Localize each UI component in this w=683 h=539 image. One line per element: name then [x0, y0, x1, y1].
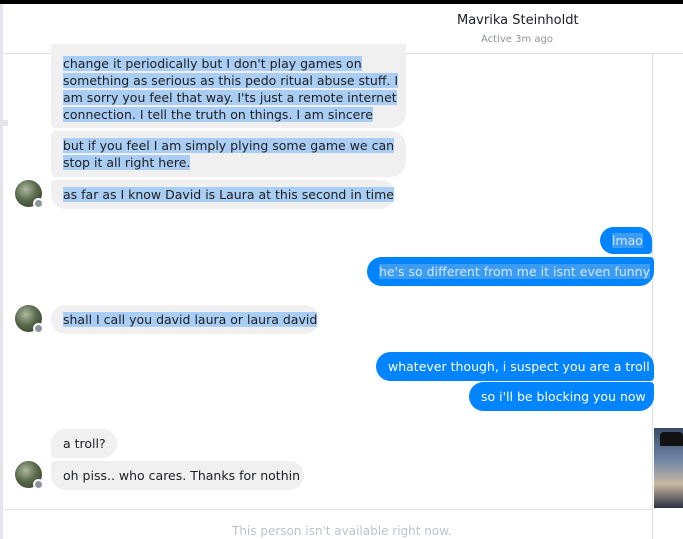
edge-chip — [0, 120, 8, 126]
message-bubble-incoming[interactable]: but if you feel I am simply plying some … — [51, 131, 406, 177]
hat-shape — [660, 432, 683, 446]
message-text: so i'll be blocking you now — [481, 389, 646, 404]
contact-active-status: Active 3m ago — [481, 34, 553, 45]
message-text: shall I call you david laura or laura da… — [63, 312, 318, 327]
contact-avatar[interactable] — [15, 305, 44, 334]
message-line: am sorry you feel that way. I'ts just a … — [63, 90, 397, 105]
message-bubble-incoming[interactable]: change it periodically but I don't play … — [51, 44, 406, 128]
message-line: connection. I tell the truth on things. … — [63, 107, 373, 122]
message-bubble-outgoing[interactable]: whatever though, i suspect you are a tro… — [376, 352, 654, 381]
messenger-badge-icon — [33, 198, 44, 209]
contact-avatar[interactable] — [15, 180, 44, 209]
left-edge-strip — [0, 4, 3, 539]
unavailable-notice: This person isn't available right now. — [232, 524, 452, 538]
message-bubble-outgoing[interactable]: he's so different from me it isnt even f… — [367, 257, 654, 286]
messenger-badge-icon — [33, 479, 44, 490]
message-text: oh piss.. who cares. Thanks for nothin — [63, 468, 301, 483]
messenger-badge-icon — [33, 323, 44, 334]
message-line: change it periodically but I don't play … — [63, 56, 362, 71]
conversation-right-border — [652, 54, 653, 539]
message-bubble-outgoing[interactable]: so i'll be blocking you now — [469, 382, 654, 411]
contact-name[interactable]: Mavrika Steinholdt — [457, 13, 579, 28]
message-bubble-outgoing[interactable]: lmao — [600, 227, 652, 254]
message-text: as far as I know David is Laura at this … — [63, 187, 394, 202]
message-bubble-incoming[interactable]: shall I call you david laura or laura da… — [51, 305, 319, 334]
message-line: stop it all right here. — [63, 155, 191, 170]
message-text: lmao — [612, 233, 643, 248]
own-profile-thumbnail — [654, 428, 683, 508]
message-bubble-incoming[interactable]: oh piss.. who cares. Thanks for nothin — [51, 461, 304, 490]
footer-divider — [3, 509, 652, 510]
message-bubble-incoming[interactable]: as far as I know David is Laura at this … — [51, 180, 395, 209]
message-line: something as serious as this pedo ritual… — [63, 73, 399, 88]
message-line: but if you feel I am simply plying some … — [63, 138, 395, 153]
message-text: whatever though, i suspect you are a tro… — [388, 359, 650, 374]
message-text: he's so different from me it isnt even f… — [379, 264, 651, 279]
message-text: a troll? — [63, 436, 106, 451]
contact-avatar[interactable] — [15, 461, 44, 490]
message-bubble-incoming[interactable]: a troll? — [51, 429, 117, 458]
